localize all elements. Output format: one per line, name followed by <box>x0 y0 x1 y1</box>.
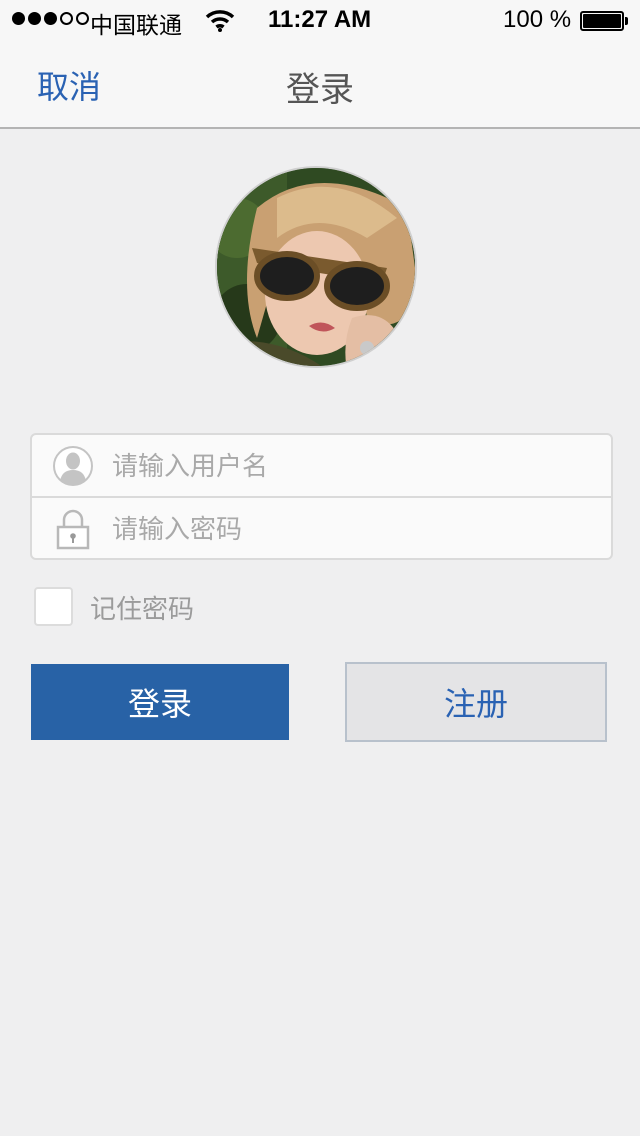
status-bar: 中国联通 11:27 AM 100 % <box>0 0 640 40</box>
clock: 11:27 AM <box>268 6 372 33</box>
login-button[interactable]: 登录 <box>31 664 289 740</box>
remember-password-label: 记住密码 <box>90 595 195 625</box>
page-title: 登录 <box>286 70 354 110</box>
register-button[interactable]: 注册 <box>345 662 607 742</box>
username-input[interactable] <box>112 447 592 487</box>
carrier-name: 中国联通 <box>90 13 182 39</box>
username-row <box>32 435 611 497</box>
lock-icon <box>56 509 90 550</box>
remember-password-checkbox[interactable] <box>34 587 73 626</box>
navigation-bar: 取消 登录 <box>0 40 640 129</box>
login-form <box>30 433 613 560</box>
user-avatar <box>215 166 417 368</box>
battery-icon <box>580 11 628 31</box>
password-row <box>32 498 611 560</box>
battery-percentage: 100 % <box>503 6 572 33</box>
avatar-photo-icon <box>217 168 415 366</box>
wifi-icon <box>205 10 235 32</box>
user-icon <box>53 446 93 486</box>
password-input[interactable] <box>112 510 592 550</box>
signal-strength-icon <box>12 12 89 25</box>
